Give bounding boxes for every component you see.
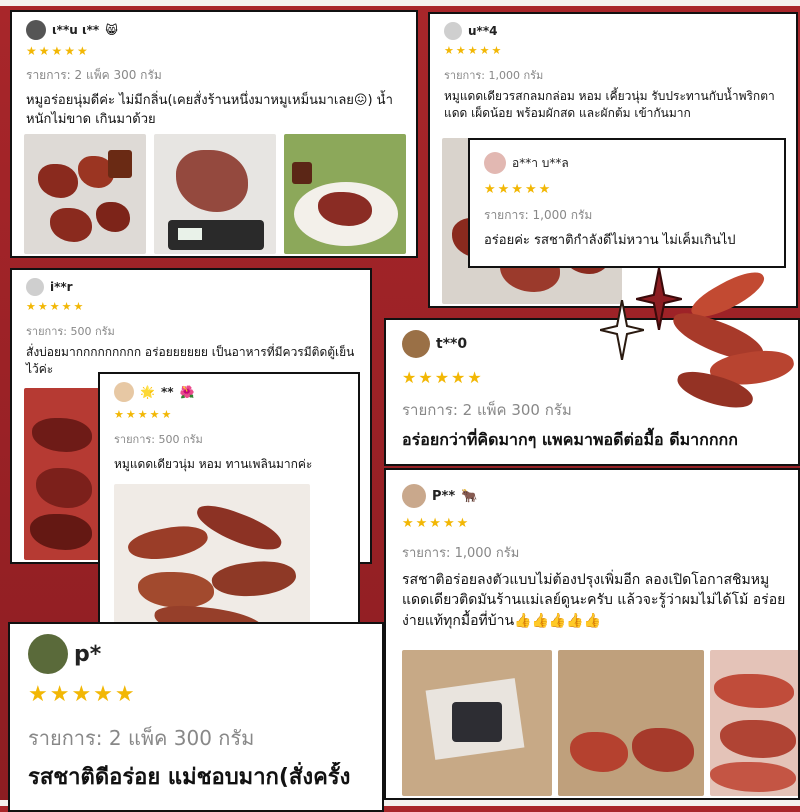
star-rating: ★★★★★ [114, 408, 174, 421]
ox-emoji: 🐂 [461, 488, 478, 504]
username: ** [160, 385, 174, 399]
item-variant: รายการ: 1,000 กรัม [484, 208, 593, 222]
star-rating: ★★★★★ [28, 682, 137, 707]
star-rating: ★★★★★ [26, 300, 86, 313]
review-text: หมูแดดเดียวรสกลมกล่อม หอม เคี้ยวนุ่ม รับ… [444, 89, 775, 121]
review-text: รสชาติดีอร่อย แม่ชอบมาก(สั่งครั้ง [28, 765, 351, 790]
review-text: อร่อยค่ะ รสชาติกำลังดีไม่หวาน ไม่เค็มเกิ… [484, 233, 736, 248]
review-card-3: อ**า บ**ล ★★★★★ รายการ: 1,000 กรัม อร่อย… [468, 138, 786, 268]
review-text: หมูอร่อยนุ่มดีค่ะ ไม่มีกลิ่น(เคยสั่งร้าน… [26, 93, 393, 127]
flower-emoji: 🌺 [179, 385, 195, 399]
star-emoji: 🌟 [140, 385, 155, 399]
review-text: รสชาติอร่อยลงตัวแบบไม่ต้องปรุงเพิ่มอีก ล… [402, 572, 786, 629]
review-photo [154, 134, 276, 254]
item-variant: รายการ: 2 แพ็ค 300 กรัม [26, 68, 162, 82]
avatar [444, 22, 462, 40]
review-card-6: 🌟 ** 🌺 ★★★★★ รายการ: 500 กรัม หมูแดดเดีย… [98, 372, 360, 662]
star-rating: ★★★★★ [402, 368, 484, 387]
review-card-7: P** 🐂 ★★★★★ รายการ: 1,000 กรัม รสชาติอร่… [384, 468, 800, 800]
avatar [114, 382, 134, 402]
review-text: หมูแดดเดียวนุ่ม หอม ทานเพลินมากค่ะ [114, 457, 313, 471]
star-rating: ★★★★★ [444, 44, 504, 57]
review-photo [24, 388, 104, 560]
review-card-1: ι**u ι** 😸 ★★★★★ รายการ: 2 แพ็ค 300 กรัม… [10, 10, 418, 258]
star-rating: ★★★★★ [402, 516, 471, 531]
review-photo [402, 650, 552, 796]
username: t**0 [436, 336, 468, 352]
username: อ**า บ**ล [512, 155, 569, 170]
avatar [28, 634, 68, 674]
avatar [26, 20, 46, 40]
avatar [402, 484, 426, 508]
review-photo [24, 134, 146, 254]
item-variant: รายการ: 500 กรัม [26, 325, 115, 338]
username: u**4 [468, 24, 498, 38]
review-text: อร่อยกว่าที่คิดมากๆ แพคมาพอดีต่อมื้อ ดีม… [402, 430, 738, 449]
username: P** [432, 488, 456, 504]
avatar [402, 330, 430, 358]
username: ι**u ι** [52, 23, 100, 37]
review-card-8: p* ★★★★★ รายการ: 2 แพ็ค 300 กรัม รสชาติด… [8, 622, 384, 812]
username: i**r [50, 280, 73, 294]
star-rating: ★★★★★ [484, 182, 553, 197]
cat-emoji: 😸 [105, 23, 118, 37]
sparkle-icon [636, 268, 682, 330]
review-photo [558, 650, 704, 796]
star-rating: ★★★★★ [26, 44, 90, 58]
review-photo [284, 134, 406, 254]
username: p* [74, 641, 102, 667]
item-variant: รายการ: 500 กรัม [114, 433, 203, 446]
item-variant: รายการ: 1,000 กรัม [444, 69, 544, 82]
item-variant: รายการ: 2 แพ็ค 300 กรัม [402, 401, 572, 419]
item-variant: รายการ: 2 แพ็ค 300 กรัม [28, 726, 255, 750]
avatar [26, 278, 44, 296]
avatar [484, 152, 506, 174]
item-variant: รายการ: 1,000 กรัม [402, 546, 520, 561]
review-photo [710, 650, 798, 796]
